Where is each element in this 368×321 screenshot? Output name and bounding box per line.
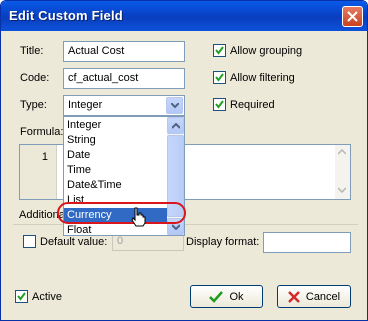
display-format-input[interactable] xyxy=(263,232,351,253)
active-checkbox[interactable]: Active xyxy=(15,290,62,303)
chevron-down-icon xyxy=(338,187,346,193)
checkmark-icon xyxy=(215,73,224,82)
edit-custom-field-dialog: Edit Custom Field Title: Actual Cost Cod… xyxy=(0,0,368,321)
chevron-down-icon xyxy=(171,103,179,109)
code-label: Code: xyxy=(20,72,50,84)
checkmark-icon xyxy=(17,292,26,301)
type-select[interactable]: Integer xyxy=(63,95,185,116)
type-option[interactable]: Integer xyxy=(64,118,167,133)
line-number: 1 xyxy=(41,151,48,163)
required-checkbox[interactable]: Required xyxy=(213,98,275,111)
checkbox-box xyxy=(15,290,28,303)
cancel-button[interactable]: Cancel xyxy=(277,285,351,308)
cursor-hand-icon xyxy=(131,207,146,227)
allow-filtering-label: Allow filtering xyxy=(230,71,295,84)
line-number-gutter: 1 xyxy=(20,145,57,199)
checkmark-icon xyxy=(215,100,224,109)
checkbox-box xyxy=(213,44,226,57)
checkbox-box xyxy=(213,98,226,111)
cancel-x-icon xyxy=(287,290,300,303)
type-option[interactable]: String xyxy=(64,133,167,148)
allow-grouping-checkbox[interactable]: Allow grouping xyxy=(213,44,302,57)
title-input[interactable]: Actual Cost xyxy=(63,41,185,62)
required-label: Required xyxy=(230,98,275,111)
type-option[interactable]: Float xyxy=(64,223,167,238)
close-icon xyxy=(347,11,358,22)
chevron-up-icon xyxy=(172,123,180,129)
type-option[interactable]: Date xyxy=(64,148,167,163)
active-label: Active xyxy=(32,290,62,303)
code-input[interactable]: cf_actual_cost xyxy=(63,68,185,89)
annotation-highlight xyxy=(57,202,186,224)
type-select-value: Integer xyxy=(68,99,103,111)
type-option[interactable]: Date&Time xyxy=(64,178,167,193)
ok-label: Ok xyxy=(229,290,244,303)
checkmark-icon xyxy=(215,46,224,55)
scroll-up-button[interactable] xyxy=(167,117,184,134)
checkbox-box xyxy=(23,235,36,248)
ok-button[interactable]: Ok xyxy=(190,285,263,308)
display-format-label: Display format: xyxy=(186,236,260,248)
type-option[interactable]: Time xyxy=(64,163,167,178)
title-label: Title: xyxy=(20,45,44,57)
allow-grouping-label: Allow grouping xyxy=(230,44,303,57)
cancel-label: Cancel xyxy=(305,290,341,303)
dialog-title: Edit Custom Field xyxy=(9,8,123,23)
chevron-down-icon xyxy=(172,224,180,230)
formula-label: Formula: xyxy=(20,126,64,138)
title-bar: Edit Custom Field xyxy=(1,1,367,31)
close-button[interactable] xyxy=(342,6,363,27)
chevron-up-icon xyxy=(338,149,346,155)
checkbox-box xyxy=(213,71,226,84)
checkmark-icon xyxy=(209,290,224,303)
formula-scrollbar[interactable] xyxy=(335,145,350,199)
type-label: Type: xyxy=(20,99,47,111)
type-dropdown-button[interactable] xyxy=(166,97,183,114)
allow-filtering-checkbox[interactable]: Allow filtering xyxy=(213,71,295,84)
